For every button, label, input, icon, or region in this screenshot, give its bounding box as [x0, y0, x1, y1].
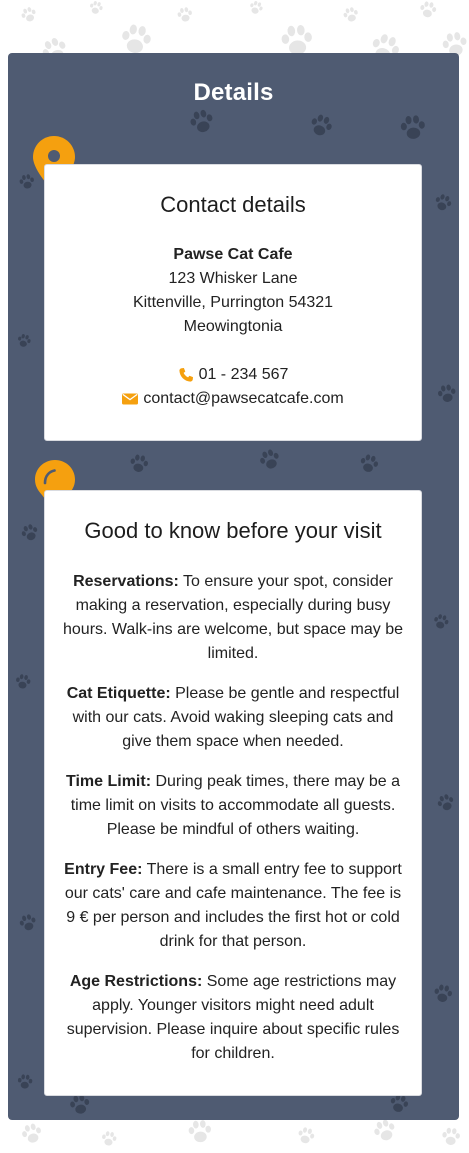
- paw-print-icon: [434, 984, 453, 1002]
- phone-line[interactable]: 01 - 234 567: [45, 363, 421, 387]
- tip-label: Age Restrictions:: [69, 973, 203, 990]
- email-line[interactable]: contact@pawsecatcafe.com: [45, 387, 421, 411]
- paw-print-icon: [420, 1, 437, 18]
- paw-print-icon: [102, 1131, 117, 1146]
- paw-print-icon: [177, 7, 192, 22]
- paw-print-icon: [18, 334, 31, 347]
- paw-print-icon: [130, 454, 149, 472]
- paw-print-icon: [188, 1120, 211, 1143]
- tip-label: Time Limit:: [65, 773, 152, 790]
- paw-print-icon: [17, 1074, 33, 1089]
- tip-reservations: Reservations: To ensure your spot, consi…: [59, 570, 407, 666]
- address-block: Pawse Cat Cafe 123 Whisker Lane Kittenvi…: [45, 243, 421, 339]
- tip-entry-fee: Entry Fee: There is a small entry fee to…: [59, 858, 407, 954]
- contact-lines: 01 - 234 567 contact@pawsecatcafe.com: [45, 363, 421, 411]
- tip-label: Cat Etiquette:: [66, 685, 171, 702]
- paw-print-icon: [435, 194, 452, 211]
- phone-number: 01 - 234 567: [198, 366, 289, 383]
- contact-details-card: Contact details Pawse Cat Cafe 123 Whisk…: [44, 164, 422, 441]
- paw-print-icon: [437, 384, 456, 402]
- paw-print-icon: [434, 614, 449, 629]
- tip-time-limit: Time Limit: During peak times, there may…: [59, 770, 407, 842]
- business-name: Pawse Cat Cafe: [173, 246, 293, 263]
- visit-tips-list: Reservations: To ensure your spot, consi…: [45, 570, 421, 1066]
- phone-icon: [178, 368, 193, 382]
- tip-age-restrictions: Age Restrictions: Some age restrictions …: [59, 970, 407, 1066]
- paw-print-icon: [190, 109, 213, 133]
- paw-print-icon: [442, 1127, 460, 1145]
- paw-print-icon: [400, 115, 425, 139]
- paw-print-icon: [250, 1, 263, 14]
- paw-print-icon: [360, 454, 379, 472]
- paw-print-icon: [16, 674, 31, 689]
- paw-print-icon: [311, 114, 332, 136]
- paw-print-icon: [260, 449, 279, 469]
- street-address: 123 Whisker Lane: [168, 270, 298, 287]
- paw-print-icon: [343, 7, 358, 22]
- paw-print-icon: [298, 1127, 315, 1144]
- paw-print-icon: [22, 1123, 41, 1143]
- visit-info-card: Good to know before your visit Reservati…: [44, 490, 422, 1096]
- tip-label: Reservations:: [73, 573, 179, 590]
- city-line: Kittenville, Purrington 54321: [132, 294, 334, 311]
- contact-heading: Contact details: [160, 192, 306, 217]
- details-panel: Details Contact details Pawse Cat Cafe 1…: [8, 53, 459, 1120]
- paw-print-icon: [437, 794, 454, 811]
- visit-info-heading: Good to know before your visit: [84, 518, 382, 543]
- section-title: Details: [193, 79, 274, 106]
- envelope-icon: [122, 393, 139, 405]
- paw-print-icon: [19, 914, 36, 931]
- tip-cat-etiquette: Cat Etiquette: Please be gentle and resp…: [59, 682, 407, 754]
- tip-label: Entry Fee:: [64, 861, 143, 878]
- email-address: contact@pawsecatcafe.com: [143, 390, 344, 407]
- country: Meowingtonia: [183, 318, 283, 335]
- paw-print-icon: [90, 1, 103, 14]
- paw-print-icon: [21, 524, 38, 541]
- paw-print-icon: [21, 7, 36, 22]
